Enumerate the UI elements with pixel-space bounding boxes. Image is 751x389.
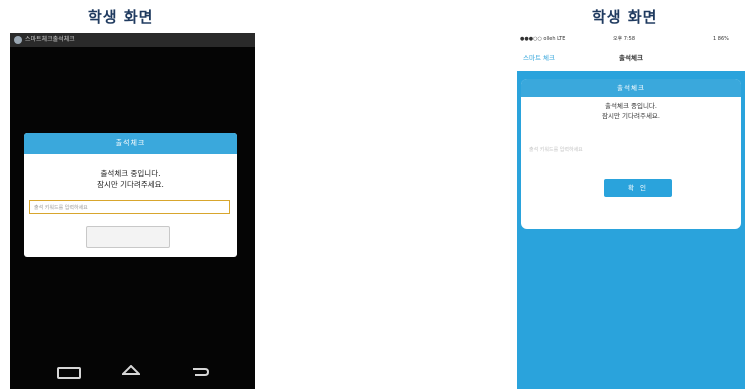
card-message-line2: 잠시만 기다려주세요. xyxy=(602,112,660,120)
card-message-line1: 출석체크 중입니다. xyxy=(605,102,657,110)
nav-back-link[interactable]: 스마트 체크 xyxy=(523,45,555,71)
attendance-dialog: 출석체크 출석체크 중입니다. 잠시만 기다려주세요. 출석 키워드를 입력하세… xyxy=(24,133,237,257)
iphone-status-bar: ●●●○○ olleh LTE 오후 7:58 1 86% xyxy=(517,33,745,45)
dialog-title: 출석체크 xyxy=(24,133,237,154)
left-caption: 학생 화면 xyxy=(88,8,154,26)
confirm-button[interactable]: 확 인 xyxy=(604,179,672,197)
app-icon xyxy=(14,36,22,44)
right-caption: 학생 화면 xyxy=(592,8,658,26)
dialog-message-line1: 출석체크 중입니다. xyxy=(100,169,161,178)
recent-apps-icon[interactable] xyxy=(191,367,209,377)
keyword-input[interactable]: 출석 키워드를 입력하세요 xyxy=(29,200,230,214)
status-time: 오후 7:58 xyxy=(613,36,636,42)
status-battery: 1 86% xyxy=(713,36,729,42)
android-nav-bar xyxy=(10,355,255,389)
card-title: 출석체크 xyxy=(521,79,741,97)
keyword-input[interactable]: 출석 키워드를 입력하세요 xyxy=(527,143,737,157)
iphone-nav-bar: 출석체크 스마트 체크 xyxy=(517,45,745,71)
iphone-screen: ●●●○○ olleh LTE 오후 7:58 1 86% 출석체크 스마트 체… xyxy=(517,33,745,389)
confirm-button[interactable] xyxy=(86,226,170,248)
android-status-title: 스마트체크출석체크 xyxy=(25,36,75,43)
status-carrier: ●●●○○ olleh LTE xyxy=(520,36,566,42)
dialog-message: 출석체크 중입니다. 잠시만 기다려주세요. xyxy=(24,168,237,190)
back-icon[interactable] xyxy=(57,367,81,379)
android-status-bar: 스마트체크출석체크 xyxy=(10,33,255,47)
card-message: 출석체크 중입니다. 잠시만 기다려주세요. xyxy=(521,101,741,121)
dialog-message-line2: 잠시만 기다려주세요. xyxy=(97,180,164,189)
attendance-card: 출석체크 출석체크 중입니다. 잠시만 기다려주세요. 출석 키워드를 입력하세… xyxy=(521,79,741,229)
android-screen: 스마트체크출석체크 출석체크 출석체크 중입니다. 잠시만 기다려주세요. 출석… xyxy=(10,33,255,389)
home-icon[interactable] xyxy=(122,365,140,375)
